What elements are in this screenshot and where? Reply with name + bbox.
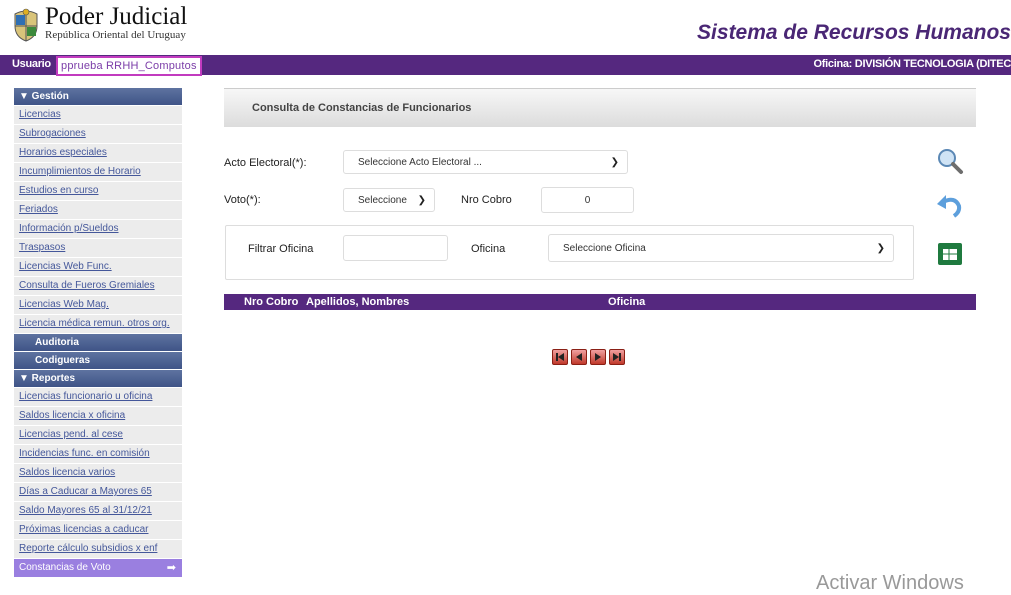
sidebar-item-incumplimientos[interactable]: Incumplimientos de Horario xyxy=(14,163,182,182)
sidebar-item-licencias-web-func[interactable]: Licencias Web Func. xyxy=(14,258,182,277)
user-name[interactable]: pprueba RRHH_Computos xyxy=(56,56,202,76)
office-info: Oficina: DIVISIÓN TECNOLOGIA (DITEC xyxy=(813,58,1011,70)
sidebar-item-licencias-funcionario[interactable]: Licencias funcionario u oficina xyxy=(14,388,182,407)
sidebar-item-saldos-oficina[interactable]: Saldos licencia x oficina xyxy=(14,407,182,426)
sidebar-item-horarios-especiales[interactable]: Horarios especiales xyxy=(14,144,182,163)
sidebar-item-label: Constancias de Voto xyxy=(19,562,111,573)
user-label: Usuario xyxy=(12,58,51,70)
system-title: Sistema de Recursos Humanos xyxy=(697,21,1011,44)
voto-select[interactable]: Seleccione ❯ xyxy=(343,188,435,212)
next-page-icon[interactable] xyxy=(590,349,606,365)
sidebar-item-feriados[interactable]: Feriados xyxy=(14,201,182,220)
chevron-down-icon: ❯ xyxy=(610,157,619,168)
search-icon[interactable] xyxy=(936,147,964,175)
section-auditoria[interactable]: Auditoria xyxy=(14,334,182,352)
main-panel: Consulta de Constancias de Funcionarios xyxy=(224,88,976,127)
col-nro-cobro: Nro Cobro xyxy=(244,296,299,308)
sidebar-item-saldos-varios[interactable]: Saldos licencia varios xyxy=(14,464,182,483)
first-page-icon[interactable] xyxy=(552,349,568,365)
nro-cobro-input[interactable]: 0 xyxy=(541,187,634,213)
sidebar-item-constancias-voto[interactable]: Constancias de Voto ➡ xyxy=(14,559,182,578)
sidebar-item-proximas-licencias[interactable]: Próximas licencias a caducar xyxy=(14,521,182,540)
acto-electoral-label: Acto Electoral(*): xyxy=(224,157,307,169)
sidebar-menu: ▼ Gestión Licencias Subrogaciones Horari… xyxy=(14,88,182,578)
oficina-value: Seleccione Oficina xyxy=(563,243,646,254)
arrow-right-icon: ➡ xyxy=(166,562,176,574)
user-bar: Usuario pprueba RRHH_Computos Oficina: D… xyxy=(0,55,1011,76)
sidebar-item-estudios[interactable]: Estudios en curso xyxy=(14,182,182,201)
col-apellidos-nombres: Apellidos, Nombres xyxy=(306,296,410,308)
acto-electoral-value: Seleccione Acto Electoral ... xyxy=(358,157,482,168)
results-table-header: Nro Cobro Apellidos, Nombres Oficina xyxy=(224,294,976,310)
sidebar-item-dias-caducar[interactable]: Días a Caducar a Mayores 65 xyxy=(14,483,182,502)
sidebar-item-informacion-sueldos[interactable]: Información p/Sueldos xyxy=(14,220,182,239)
section-codigueras[interactable]: Codigueras xyxy=(14,352,182,370)
sidebar-item-licencias-web-mag[interactable]: Licencias Web Mag. xyxy=(14,296,182,315)
sidebar-item-licencia-medica[interactable]: Licencia médica remun. otros org. xyxy=(14,315,182,334)
last-page-icon[interactable] xyxy=(609,349,625,365)
page-title: Consulta de Constancias de Funcionarios xyxy=(224,88,976,127)
sidebar-item-traspasos[interactable]: Traspasos xyxy=(14,239,182,258)
section-header-gestion[interactable]: ▼ Gestión xyxy=(14,88,182,106)
col-oficina: Oficina xyxy=(608,296,646,308)
section-header-reportes[interactable]: ▼ Reportes xyxy=(14,370,182,388)
voto-value: Seleccione xyxy=(358,195,407,206)
sidebar-item-incidencias-comision[interactable]: Incidencias func. en comisión xyxy=(14,445,182,464)
oficina-label: Oficina xyxy=(471,243,506,255)
chevron-down-icon: ❯ xyxy=(876,243,885,254)
voto-label: Voto(*): xyxy=(224,194,261,206)
sidebar-item-subrogaciones[interactable]: Subrogaciones xyxy=(14,125,182,144)
nro-cobro-label: Nro Cobro xyxy=(461,194,512,206)
filtrar-oficina-input[interactable] xyxy=(343,235,448,261)
filtrar-oficina-label: Filtrar Oficina xyxy=(248,243,314,255)
windows-activation-watermark: Activar Windows xyxy=(816,572,964,594)
app-header: Poder Judicial República Oriental del Ur… xyxy=(0,0,1011,55)
brand-subtitle: República Oriental del Uruguay xyxy=(45,29,186,41)
sidebar-item-reporte-subsidios[interactable]: Reporte cálculo subsidios x enf xyxy=(14,540,182,559)
acto-electoral-select[interactable]: Seleccione Acto Electoral ... ❯ xyxy=(343,150,628,174)
sidebar-item-licencias-cese[interactable]: Licencias pend. al cese xyxy=(14,426,182,445)
brand-title: Poder Judicial xyxy=(45,3,188,30)
undo-icon[interactable] xyxy=(935,192,965,218)
sidebar-item-fueros-gremiales[interactable]: Consulta de Fueros Gremiales xyxy=(14,277,182,296)
sidebar-item-saldo-mayores[interactable]: Saldo Mayores 65 al 31/12/21 xyxy=(14,502,182,521)
excel-export-icon[interactable] xyxy=(937,241,963,267)
coat-of-arms-icon xyxy=(14,8,38,42)
prev-page-icon[interactable] xyxy=(571,349,587,365)
sidebar-item-licencias[interactable]: Licencias xyxy=(14,106,182,125)
chevron-down-icon: ❯ xyxy=(417,195,426,206)
pager xyxy=(552,349,625,365)
oficina-select[interactable]: Seleccione Oficina ❯ xyxy=(548,234,894,262)
